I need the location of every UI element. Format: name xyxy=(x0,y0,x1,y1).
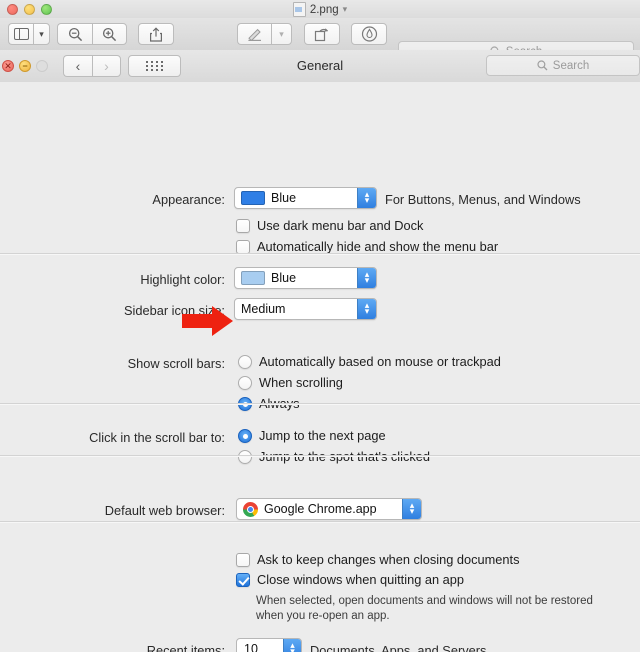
appearance-hint: For Buttons, Menus, and Windows xyxy=(385,192,581,207)
section-divider xyxy=(0,403,640,404)
red-arrow-annotation xyxy=(182,306,233,336)
scrollbars-when-scrolling-label: When scrolling xyxy=(259,375,343,390)
jump-spot-clicked-label: Jump to the spot that's clicked xyxy=(259,449,431,464)
radio-automatic[interactable] xyxy=(238,354,252,369)
sidebar-options-button[interactable]: ▾ xyxy=(33,23,50,45)
scrollbars-option-when-scrolling[interactable]: When scrolling xyxy=(238,375,343,390)
chevron-down-icon: ▾ xyxy=(39,28,44,39)
ask-keep-changes-checkbox-row[interactable]: Ask to keep changes when closing documen… xyxy=(236,552,520,567)
dark-menu-bar-checkbox-row[interactable]: Use dark menu bar and Dock xyxy=(236,218,423,233)
document-title-area[interactable]: 2.png ▾ xyxy=(0,1,640,18)
click-scrollbar-option-spot-clicked[interactable]: Jump to the spot that's clicked xyxy=(238,449,430,464)
appearance-label: Appearance: xyxy=(152,192,225,207)
png-file-icon xyxy=(292,2,306,17)
highlight-color-value: Blue xyxy=(271,271,297,285)
stepper-arrows-icon[interactable]: ▴ ▾ xyxy=(357,188,376,208)
zoom-out-icon xyxy=(68,27,82,41)
ask-keep-changes-checkbox[interactable] xyxy=(236,553,250,567)
close-windows-label: Close windows when quitting an app xyxy=(257,572,465,587)
click-scroll-bar-label: Click in the scroll bar to: xyxy=(89,430,225,445)
highlight-color-label: Highlight color: xyxy=(140,272,225,287)
preview-window: 2.png ▾ ▾ ▾ ✕ − ‹ › General Search Appea… xyxy=(0,0,640,652)
sidebar-icon xyxy=(13,28,29,40)
show-scroll-bars-label: Show scroll bars: xyxy=(127,356,225,371)
recent-items-stepper[interactable]: 10 ▴ ▾ xyxy=(236,638,302,652)
ask-keep-changes-label: Ask to keep changes when closing documen… xyxy=(257,552,520,567)
preview-toolbar: ▾ ▾ xyxy=(0,18,640,62)
dark-menu-bar-checkbox[interactable] xyxy=(236,219,250,233)
document-title: 2.png xyxy=(309,3,339,16)
preview-titlebar: 2.png ▾ xyxy=(0,0,640,19)
scrollbars-option-automatic[interactable]: Automatically based on mouse or trackpad xyxy=(238,354,501,369)
annotate-icon xyxy=(361,26,377,42)
close-windows-checkbox-row[interactable]: Close windows when quitting an app xyxy=(236,572,464,587)
prefs-search-field[interactable]: Search xyxy=(486,55,640,76)
recent-items-value: 10 xyxy=(244,642,258,652)
scrollbars-automatic-label: Automatically based on mouse or trackpad xyxy=(259,354,501,369)
documents-note: When selected, open documents and window… xyxy=(256,595,593,622)
stepper-arrows-icon[interactable]: ▴ ▾ xyxy=(357,268,376,288)
section-divider xyxy=(0,521,640,522)
recent-items-hint: Documents, Apps, and Servers xyxy=(310,643,487,652)
radio-when-scrolling[interactable] xyxy=(238,375,252,390)
appearance-value: Blue xyxy=(271,191,297,205)
rotate-left-icon xyxy=(314,27,328,41)
auto-hide-menu-bar-checkbox-row[interactable]: Automatically hide and show the menu bar xyxy=(236,239,498,254)
default-browser-label: Default web browser: xyxy=(104,503,225,518)
jump-next-page-label: Jump to the next page xyxy=(259,428,386,443)
click-scrollbar-option-next-page[interactable]: Jump to the next page xyxy=(238,428,386,443)
chevron-down-icon[interactable]: ▾ xyxy=(343,4,348,15)
sidebar-icon-size-select[interactable]: Medium ▴ ▾ xyxy=(234,298,377,320)
auto-hide-menu-bar-checkbox[interactable] xyxy=(236,240,250,254)
stepper-arrows-icon[interactable]: ▴ ▾ xyxy=(283,639,301,652)
rotate-button[interactable] xyxy=(304,23,340,45)
zoom-out-button[interactable] xyxy=(57,23,92,45)
stepper-arrows-icon[interactable]: ▴ ▾ xyxy=(357,299,376,319)
general-preferences-pane: Appearance: Blue ▴ ▾ For Buttons, Menus, … xyxy=(0,82,640,652)
highlight-color-select[interactable]: Blue ▴ ▾ xyxy=(234,267,377,289)
auto-hide-menu-bar-label: Automatically hide and show the menu bar xyxy=(257,239,499,254)
radio-jump-spot-clicked[interactable] xyxy=(238,449,252,464)
prefs-search-placeholder: Search xyxy=(552,59,590,72)
markup-button[interactable] xyxy=(237,23,271,45)
annotate-button[interactable] xyxy=(351,23,387,45)
radio-jump-next-page[interactable] xyxy=(238,428,252,443)
zoom-in-button[interactable] xyxy=(92,23,127,45)
recent-items-label: Recent items: xyxy=(146,643,225,652)
share-icon xyxy=(150,26,162,42)
search-icon xyxy=(537,60,548,71)
markup-pen-icon xyxy=(247,28,261,41)
chrome-icon xyxy=(243,501,258,517)
default-browser-select[interactable]: Google Chrome.app ▴ ▾ xyxy=(236,498,422,520)
appearance-select[interactable]: Blue ▴ ▾ xyxy=(234,187,377,209)
highlight-color-swatch xyxy=(241,271,265,285)
sidebar-button[interactable] xyxy=(8,23,33,45)
section-divider xyxy=(0,455,640,456)
markup-options-button[interactable]: ▾ xyxy=(271,23,292,45)
sidebar-icon-size-value: Medium xyxy=(241,302,286,316)
stepper-arrows-icon[interactable]: ▴ ▾ xyxy=(402,499,421,519)
appearance-color-swatch xyxy=(241,191,265,205)
chevron-down-icon: ▾ xyxy=(279,28,284,39)
section-divider xyxy=(0,253,640,254)
zoom-in-icon xyxy=(102,27,117,41)
close-windows-checkbox[interactable] xyxy=(236,573,250,587)
default-browser-value: Google Chrome.app xyxy=(264,502,377,516)
dark-menu-bar-label: Use dark menu bar and Dock xyxy=(257,218,424,233)
share-button[interactable] xyxy=(138,23,174,45)
